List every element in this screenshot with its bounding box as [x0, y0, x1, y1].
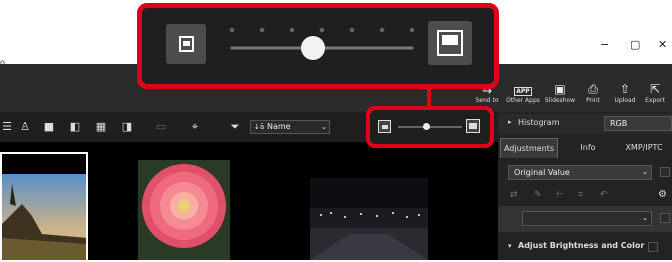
histogram-label: Histogram: [518, 118, 560, 127]
send-to-label: Send to: [475, 97, 499, 104]
minimize-button[interactable]: −: [600, 38, 609, 51]
compare-view-icon[interactable]: ◨: [120, 120, 134, 134]
small-thumbnail-icon-large[interactable]: [166, 24, 206, 64]
expand-icon: ▸: [508, 118, 512, 126]
fit-icon[interactable]: ⌖: [188, 120, 202, 134]
collapse-icon: ▾: [508, 242, 512, 250]
chevron-down-icon: ⌄: [642, 168, 648, 176]
tool-options-select[interactable]: ⌄: [522, 211, 652, 226]
thumbnail-night-city[interactable]: [310, 178, 428, 260]
gear-icon[interactable]: ⚙: [658, 189, 667, 200]
preset-value: Original Value: [514, 168, 570, 177]
sort-label: Name: [267, 122, 291, 131]
chevron-down-icon: ⌄: [642, 214, 648, 222]
upload-label: Upload: [614, 97, 636, 104]
close-button[interactable]: ✕: [658, 38, 667, 51]
histogram-header[interactable]: ▸ Histogram RGB: [498, 114, 672, 134]
adjustment-tool-icon[interactable]: ⇄: [510, 190, 518, 200]
landscape-thumbnail-image: [2, 154, 86, 260]
straighten-icon[interactable]: ⊢: [556, 190, 564, 200]
slider-tick: [259, 27, 265, 33]
app-icon: APP: [504, 82, 542, 97]
section-checkbox[interactable]: [648, 242, 658, 252]
other-apps-button[interactable]: APP Other Apps: [504, 82, 542, 104]
sort-select[interactable]: ↓ā Name ⌄: [250, 120, 330, 134]
export-icon: ⇱: [649, 82, 661, 96]
large-thumbnail-icon[interactable]: [466, 119, 480, 133]
thumbnail-size-slider-large[interactable]: [210, 18, 430, 70]
single-view-icon[interactable]: ■: [42, 120, 56, 134]
preset-select[interactable]: Original Value ⌄: [508, 165, 652, 180]
maximize-button[interactable]: ▢: [630, 38, 640, 51]
chevron-down-icon: ⌄: [321, 123, 327, 131]
sort-order-icon: ↓ā: [254, 123, 265, 131]
split-view-icon[interactable]: ◧: [68, 120, 82, 134]
crop-icon[interactable]: ⌗: [578, 190, 583, 200]
slider-knob-large: [301, 36, 325, 60]
tab-adjustments[interactable]: Adjustments: [500, 138, 558, 158]
thumbnail-dahlia[interactable]: [138, 160, 230, 260]
tab-xmp-iptc[interactable]: XMP/IPTC: [616, 138, 672, 158]
section-title: Adjust Brightness and Color: [518, 241, 645, 250]
app-badge: APP: [514, 87, 532, 96]
undo-icon[interactable]: ↶: [600, 190, 608, 200]
histogram-channel-value: RGB: [610, 119, 628, 128]
filter-icon[interactable]: ⏷: [228, 120, 242, 134]
callout-connector: [427, 89, 431, 106]
night-city-image: [310, 178, 428, 260]
slider-tick: [319, 27, 325, 33]
print-label: Print: [586, 97, 600, 104]
slider-tick: [349, 27, 355, 33]
other-apps-label: Other Apps: [506, 97, 540, 104]
slider-tick: [229, 27, 235, 33]
tool-options-checkbox[interactable]: [660, 213, 670, 223]
slider-tick: [409, 27, 415, 33]
layout-icon[interactable]: ▭: [154, 120, 168, 134]
dahlia-image: [138, 160, 230, 260]
slider-tick: [289, 27, 295, 33]
export-button[interactable]: ⇱ Export: [638, 82, 672, 104]
retouch-brush-icon[interactable]: ✎: [534, 190, 542, 200]
menu-icon[interactable]: ☰: [0, 120, 14, 134]
slider-tick: [379, 27, 385, 33]
export-label: Export: [645, 97, 665, 104]
preset-checkbox[interactable]: [660, 167, 670, 177]
grid-view-icon[interactable]: ▦: [94, 120, 108, 134]
person-icon[interactable]: ♙: [18, 120, 32, 134]
histogram-channel-select[interactable]: RGB: [604, 116, 672, 131]
thumbnail-selected[interactable]: [0, 152, 88, 262]
adjust-brightness-section[interactable]: ▾ Adjust Brightness and Color: [498, 238, 672, 256]
small-thumbnail-icon[interactable]: [378, 120, 391, 133]
slideshow-label: Slideshow: [544, 97, 576, 104]
tab-info[interactable]: Info: [566, 138, 610, 158]
large-thumbnail-icon-large[interactable]: [428, 21, 472, 65]
